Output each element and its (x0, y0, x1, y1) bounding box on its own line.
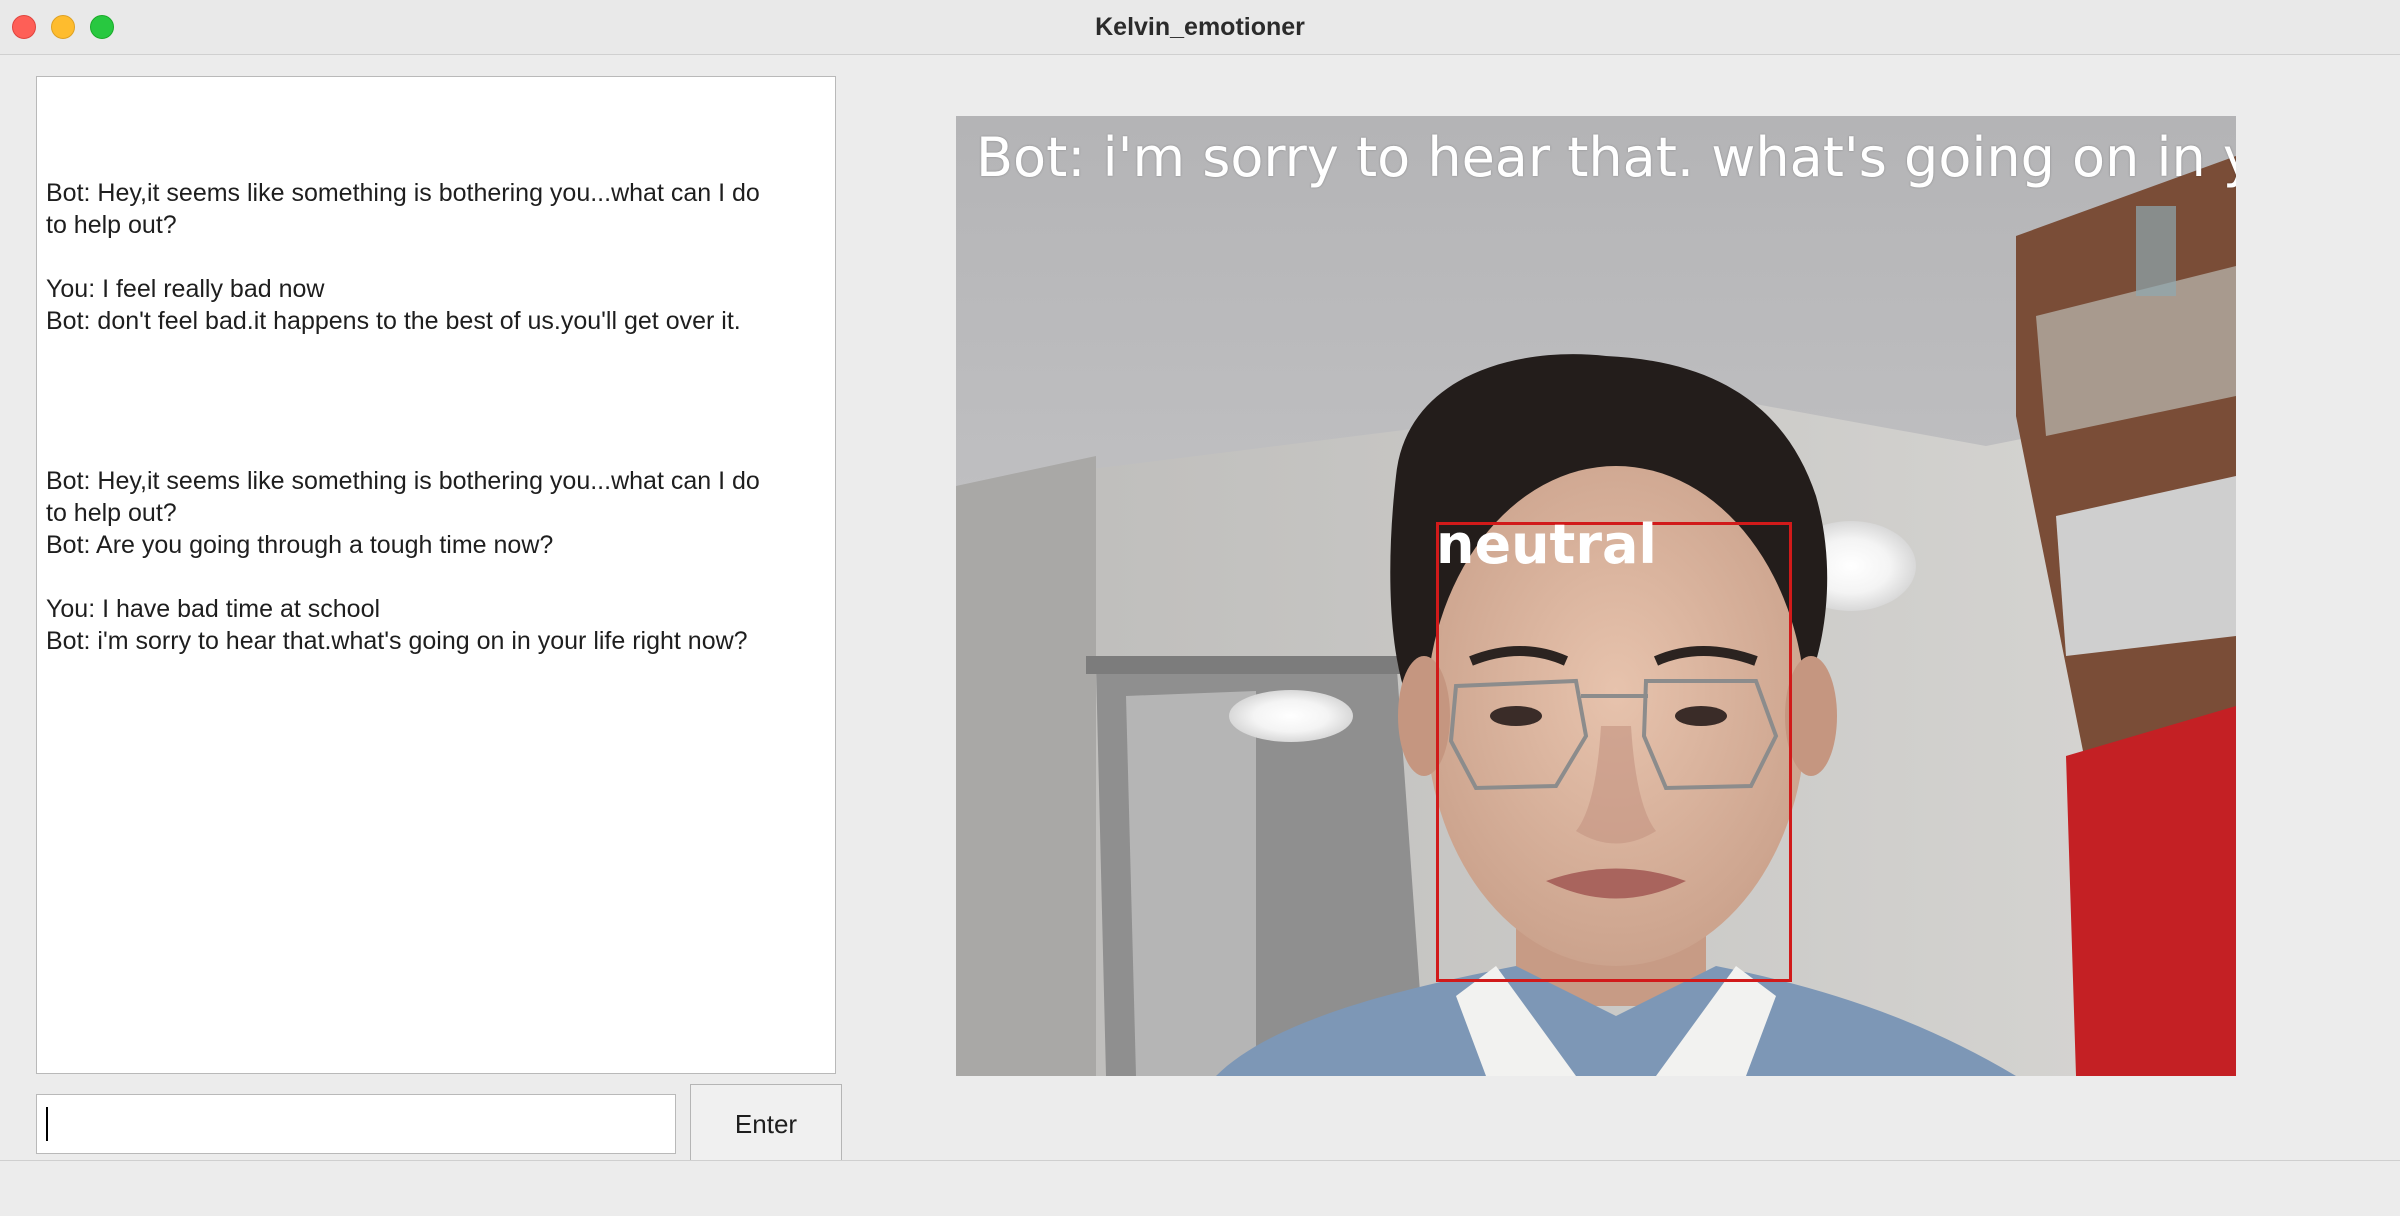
message-input[interactable] (36, 1094, 676, 1154)
chat-message: Bot: Hey,it seems like something is both… (46, 467, 760, 559)
app-window: Kelvin_emotioner Bot: Hey,it seems like … (0, 0, 2400, 1216)
face-detection-box (1436, 522, 1792, 982)
window-title: Kelvin_emotioner (1095, 13, 1305, 41)
status-bar (0, 1160, 2400, 1216)
chat-message: You: I have bad time at school Bot: i'm … (46, 595, 748, 655)
emotion-label: neutral (1436, 513, 1657, 576)
enter-button[interactable]: Enter (690, 1084, 842, 1164)
chat-message: You: I feel really bad now Bot: don't fe… (46, 275, 741, 335)
camera-feed: Bot: i'm sorry to hear that. what's goin… (956, 116, 2236, 1076)
chat-log[interactable]: Bot: Hey,it seems like something is both… (36, 76, 836, 1074)
title-bar: Kelvin_emotioner (0, 0, 2400, 55)
chat-message: Bot: Hey,it seems like something is both… (46, 179, 760, 239)
text-cursor (46, 1107, 48, 1141)
bot-reply-overlay: Bot: i'm sorry to hear that. what's goin… (976, 126, 2236, 189)
